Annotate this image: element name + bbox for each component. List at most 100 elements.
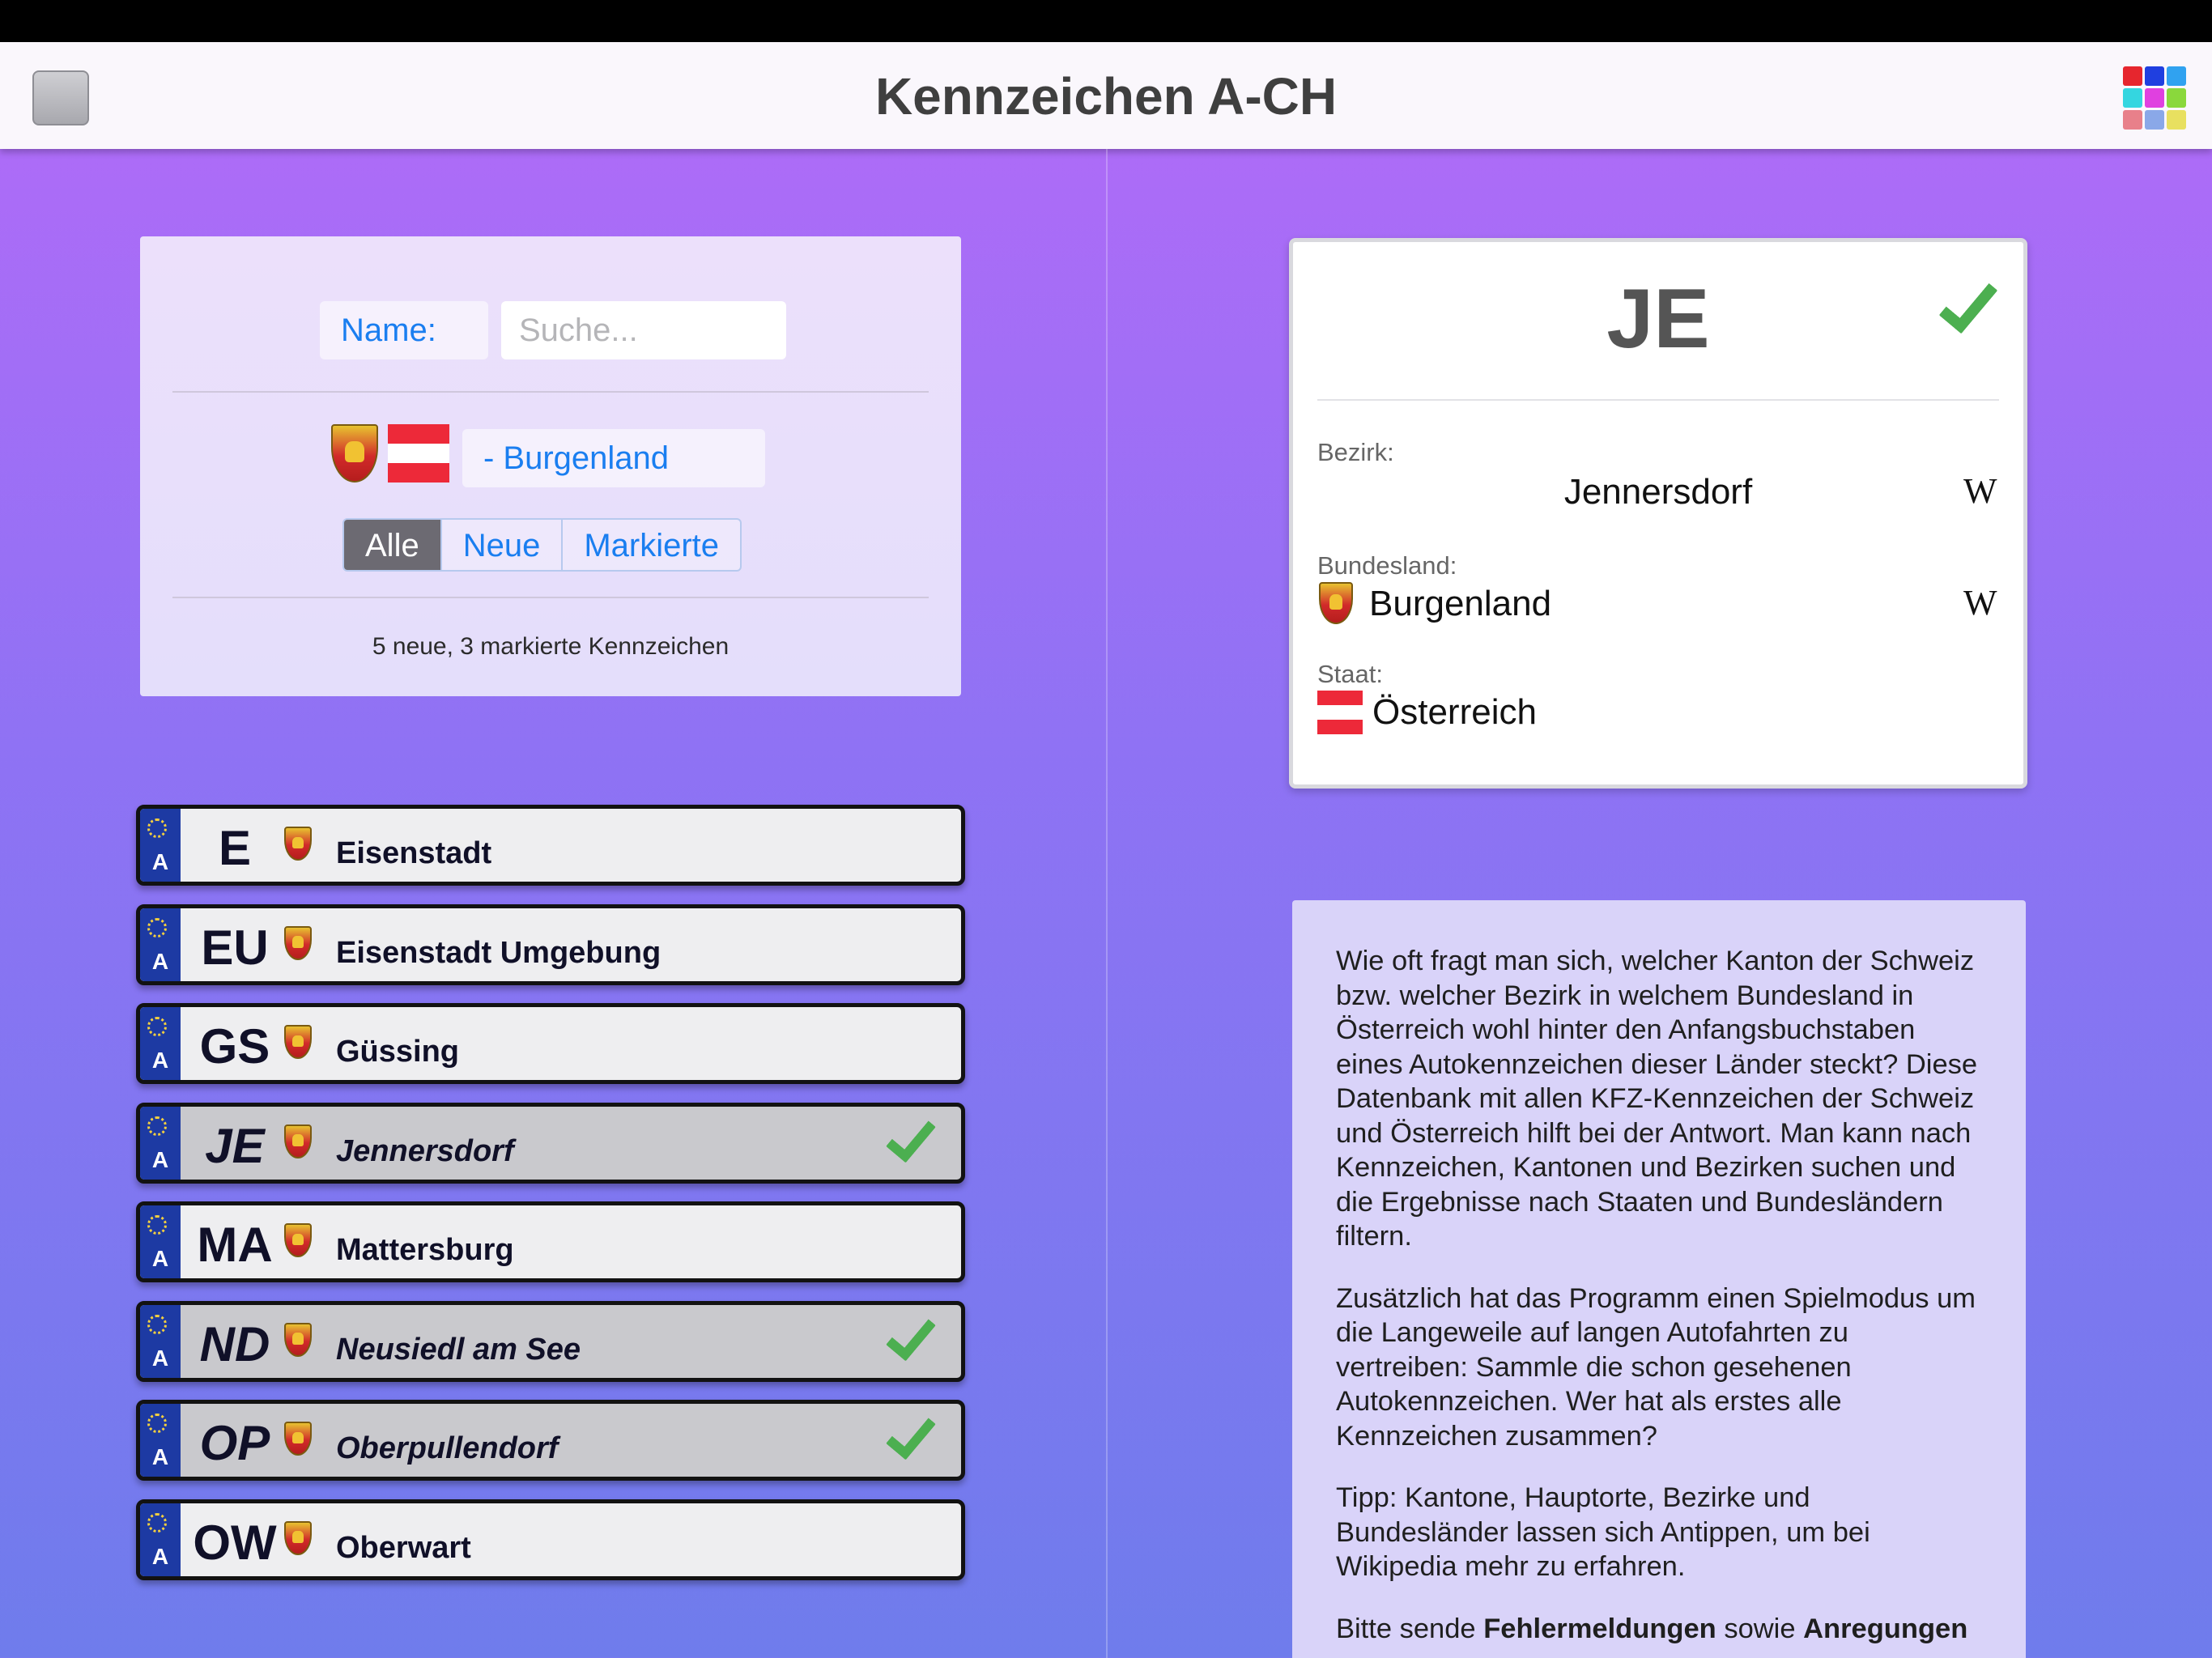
austria-flag-icon (388, 424, 449, 483)
check-icon[interactable] (886, 1407, 936, 1460)
burgenland-coat-of-arms-icon (331, 424, 378, 483)
plate-name: Eisenstadt (336, 836, 492, 870)
plate-name: Neusiedl am See (336, 1332, 581, 1367)
navigation-bar: Kennzeichen A-CH (0, 42, 2212, 149)
plate-code: JE (205, 1118, 265, 1173)
color-swatch (2167, 88, 2186, 108)
eu-band: A (140, 1503, 181, 1576)
eu-band: A (140, 908, 181, 981)
eu-stars-icon (147, 1414, 167, 1433)
bundesland-value[interactable]: Burgenland (1369, 584, 1551, 624)
eu-band: A (140, 1404, 181, 1477)
plate-code: OP (199, 1416, 270, 1470)
plate-name: Oberpullendorf (336, 1431, 559, 1465)
plate-row[interactable]: A E Eisenstadt (136, 805, 965, 886)
color-swatch (2145, 66, 2164, 86)
plate-country: A (151, 1048, 169, 1073)
color-swatch (2145, 110, 2164, 130)
eu-band: A (140, 1106, 181, 1180)
info-panel: Wie oft fragt man sich, welcher Kanton d… (1292, 900, 2026, 1658)
color-swatch (2167, 66, 2186, 86)
info-paragraph: Tipp: Kantone, Hauptorte, Bezirke und Bu… (1336, 1482, 1870, 1582)
bezirk-label: Bezirk: (1317, 438, 1394, 466)
region-filter-button[interactable]: - Burgenland (462, 429, 765, 487)
color-swatch (2123, 88, 2142, 108)
eu-stars-icon (147, 1314, 167, 1334)
plate-country: A (151, 1543, 169, 1569)
color-swatch (2123, 66, 2142, 86)
summary-text: 5 neue, 3 markierte Kennzeichen (372, 633, 730, 660)
eu-stars-icon (147, 1512, 167, 1533)
plate-country: A (151, 948, 169, 974)
plate-code: OW (193, 1515, 277, 1570)
burgenland-coat-of-arms-icon (284, 1223, 312, 1257)
plate-code: MA (197, 1218, 273, 1272)
plate-code: E (218, 821, 252, 875)
detail-code: JE (1606, 272, 1710, 366)
wikipedia-icon[interactable]: W (1963, 470, 1997, 512)
status-bar (0, 0, 2212, 42)
wikipedia-icon[interactable]: W (1963, 582, 1997, 623)
plate-code: ND (199, 1316, 270, 1371)
eu-band: A (140, 1205, 181, 1278)
color-swatch (2167, 110, 2186, 130)
eu-stars-icon (147, 1116, 167, 1136)
plate-name: Jennersdorf (336, 1133, 514, 1168)
info-paragraph: Bitte sende Fehlermeldungen sowie Anregu… (1336, 1613, 1968, 1644)
burgenland-coat-of-arms-icon (284, 1025, 312, 1059)
divider (172, 391, 929, 393)
search-input[interactable] (501, 301, 786, 359)
plate-code: GS (199, 1019, 270, 1073)
color-swatch (2123, 110, 2142, 130)
check-icon[interactable] (886, 1110, 936, 1163)
plate-country: A (151, 1146, 169, 1172)
plate-country: A (151, 849, 169, 874)
segment-alle[interactable]: Alle (344, 520, 442, 570)
plate-country: A (151, 1444, 169, 1469)
burgenland-coat-of-arms-icon (284, 827, 312, 861)
plate-row[interactable]: A JE Jennersdorf (136, 1102, 965, 1184)
segment-neue[interactable]: Neue (442, 520, 564, 570)
check-icon[interactable] (886, 1308, 936, 1361)
staat-value[interactable]: Österreich (1372, 692, 1537, 733)
plate-row[interactable]: A OP Oberpullendorf (136, 1400, 965, 1481)
filter-panel: Name: - Burgenland Alle Neue Markierte 5… (140, 236, 961, 696)
split-divider (1106, 149, 1108, 1658)
plate-row[interactable]: A MA Mattersburg (136, 1201, 965, 1282)
plate-name: Eisenstadt Umgebung (336, 935, 661, 970)
staat-label: Staat: (1317, 660, 1383, 688)
detail-card: JE Bezirk: Jennersdorf W Bundesland: Bur… (1289, 238, 2027, 789)
plate-name: Güssing (336, 1035, 460, 1069)
bezirk-value[interactable]: Jennersdorf (1293, 472, 2023, 512)
name-filter-button[interactable]: Name: (320, 301, 488, 359)
eu-stars-icon (147, 818, 167, 838)
plate-country: A (151, 1345, 169, 1371)
color-swatch (2145, 88, 2164, 108)
plate-row[interactable]: A GS Güssing (136, 1003, 965, 1084)
plate-country: A (151, 1246, 169, 1271)
eu-stars-icon (147, 1017, 167, 1036)
app-switcher-icon[interactable] (2123, 66, 2186, 130)
info-paragraph: Zusätzlich hat das Programm einen Spielm… (1336, 1282, 1976, 1452)
plate-name: Mattersburg (336, 1233, 514, 1267)
info-paragraph: Wie oft fragt man sich, welcher Kanton d… (1336, 946, 1978, 1252)
plate-code: EU (201, 920, 269, 975)
eu-stars-icon (147, 1215, 167, 1235)
segment-markierte[interactable]: Markierte (563, 520, 740, 570)
burgenland-coat-of-arms-icon (284, 1520, 312, 1555)
burgenland-coat-of-arms-icon (284, 1322, 312, 1357)
burgenland-coat-of-arms-icon (1319, 582, 1353, 624)
scope-segmented-control: Alle Neue Markierte (342, 518, 742, 572)
eu-band: A (140, 1007, 181, 1080)
plate-row[interactable]: A EU Eisenstadt Umgebung (136, 903, 965, 985)
burgenland-coat-of-arms-icon (284, 1124, 312, 1158)
eu-band: A (140, 1304, 181, 1378)
eu-stars-icon (147, 917, 167, 937)
burgenland-coat-of-arms-icon (284, 1422, 312, 1456)
austria-flag-icon (1317, 691, 1363, 734)
divider (172, 597, 929, 598)
plate-row[interactable]: A OW Oberwart (136, 1499, 965, 1580)
page-title: Kennzeichen A-CH (874, 67, 1338, 125)
plate-row[interactable]: A ND Neusiedl am See (136, 1300, 965, 1382)
bundesland-label: Bundesland: (1317, 551, 1457, 580)
